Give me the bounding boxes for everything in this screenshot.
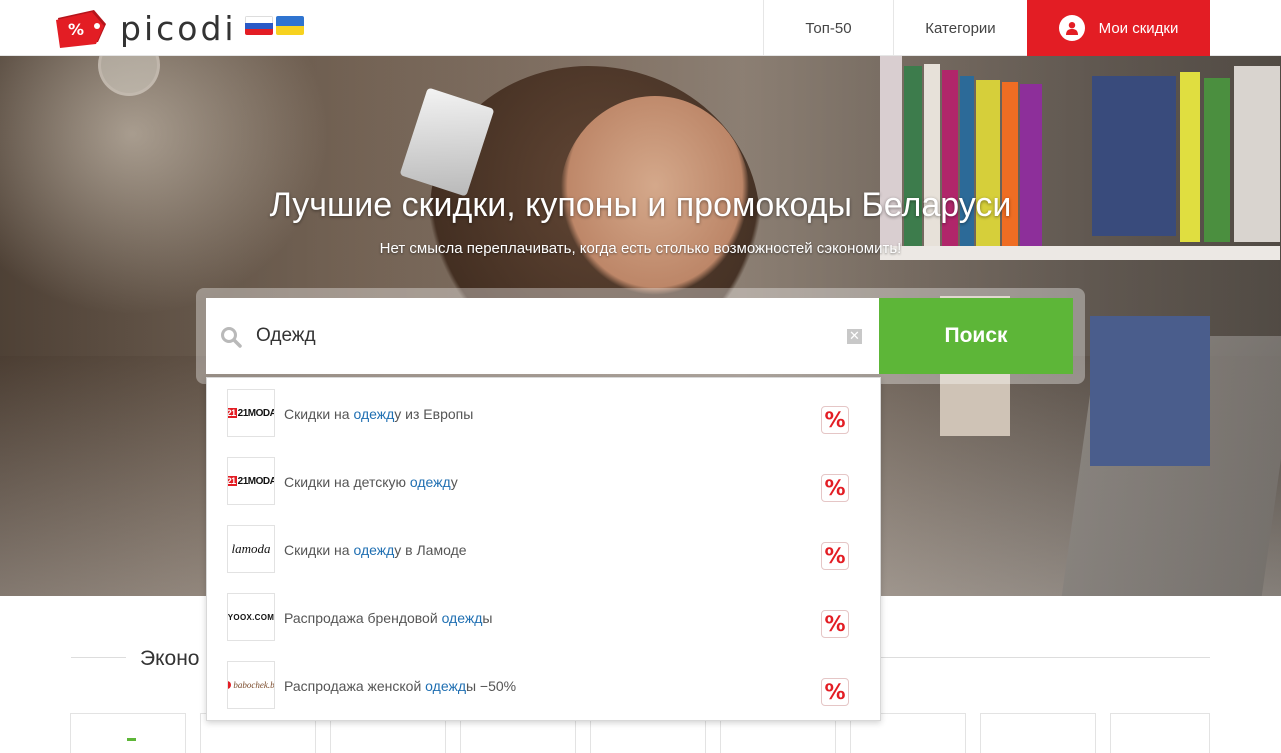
store-card[interactable]	[980, 713, 1096, 753]
hero-subtitle: Нет смысла переплачивать, когда есть сто…	[379, 240, 902, 257]
discount-percent-icon: %	[821, 678, 849, 706]
suggestion-text: Скидки на одежду из Европы	[284, 406, 474, 422]
store-logo-text: 21MODA	[237, 475, 275, 487]
suggestion-item[interactable]: 21 21MODA Скидки на детскую одежду %	[207, 446, 880, 514]
my-discounts-label: Мои скидки	[1098, 19, 1179, 37]
section-divider-right	[881, 657, 1210, 658]
nav-my-discounts[interactable]: Мои скидки	[1027, 0, 1210, 56]
store-logo-lamoda: lamoda	[227, 525, 275, 573]
store-card[interactable]	[1110, 713, 1210, 753]
search-input[interactable]	[256, 298, 836, 374]
suggestion-text: Скидки на одежду в Ламоде	[284, 542, 467, 558]
match-highlight: одежд	[425, 678, 466, 694]
store-logo-yoox: YOOX.COM	[227, 593, 275, 641]
discount-percent-icon: %	[821, 406, 849, 434]
suggestion-item[interactable]: 21 21MODA Скидки на одежду из Европы %	[207, 378, 880, 446]
store-logo-21moda: 21 21MODA	[227, 389, 275, 437]
suggestion-item[interactable]: YOOX.COM Распродажа брендовой одежды %	[207, 582, 880, 650]
discount-percent-icon: %	[821, 474, 849, 502]
store-logo-text: 21MODA	[237, 407, 275, 419]
logo-percent-glyph: %	[68, 20, 84, 39]
discount-percent-icon: %	[821, 542, 849, 570]
section-title: Эконо	[140, 647, 200, 670]
price-tag-logo-icon: %	[54, 8, 110, 48]
match-highlight: одежд	[409, 474, 451, 490]
hero-title: Лучшие скидки, купоны и промокоды Белару…	[269, 186, 1012, 224]
suggestion-text: Распродажа брендовой одежды	[284, 610, 493, 626]
logo-wordmark: picodi	[120, 8, 237, 48]
ukraine-flag-icon[interactable]	[276, 16, 304, 35]
site-header: % picodi Топ-50 Категории Мои скидки	[0, 0, 1281, 56]
store-logo-babochek: babochek.by	[227, 661, 275, 709]
store-logo-text: lamoda	[231, 541, 271, 556]
clear-search-icon[interactable]: ✕	[847, 329, 862, 344]
store-card[interactable]	[70, 713, 186, 753]
store-logo-21moda: 21 21MODA	[227, 457, 275, 505]
match-highlight: одежд	[441, 610, 483, 626]
suggestion-item[interactable]: babochek.by Распродажа женской одежды −5…	[207, 650, 880, 718]
search-box: ✕	[206, 298, 879, 374]
main-nav: Топ-50 Категории Мои скидки	[763, 0, 1210, 56]
section-divider-left	[71, 657, 126, 658]
picodi-logo[interactable]: % picodi	[54, 6, 237, 50]
suggestion-text: Распродажа женской одежды −50%	[284, 678, 517, 694]
search-button[interactable]: Поиск	[879, 298, 1073, 374]
match-highlight: одежд	[353, 406, 395, 422]
russia-flag-icon[interactable]	[245, 16, 273, 35]
country-flags	[245, 16, 304, 35]
nav-top-50[interactable]: Топ-50	[763, 0, 893, 56]
match-highlight: одежд	[353, 542, 395, 558]
search-icon	[220, 326, 242, 348]
suggestion-item[interactable]: lamoda Скидки на одежду в Ламоде %	[207, 514, 880, 582]
butterfly-icon	[228, 681, 232, 689]
search-suggestions-dropdown: 21 21MODA Скидки на одежду из Европы % 21…	[206, 377, 881, 721]
nav-categories[interactable]: Категории	[893, 0, 1027, 56]
user-icon	[1058, 15, 1085, 41]
store-logo-text: babochek.by	[233, 680, 275, 690]
discount-percent-icon: %	[821, 610, 849, 638]
suggestion-text: Скидки на детскую одежду	[284, 474, 458, 490]
store-logo-text: YOOX.COM	[227, 612, 275, 622]
